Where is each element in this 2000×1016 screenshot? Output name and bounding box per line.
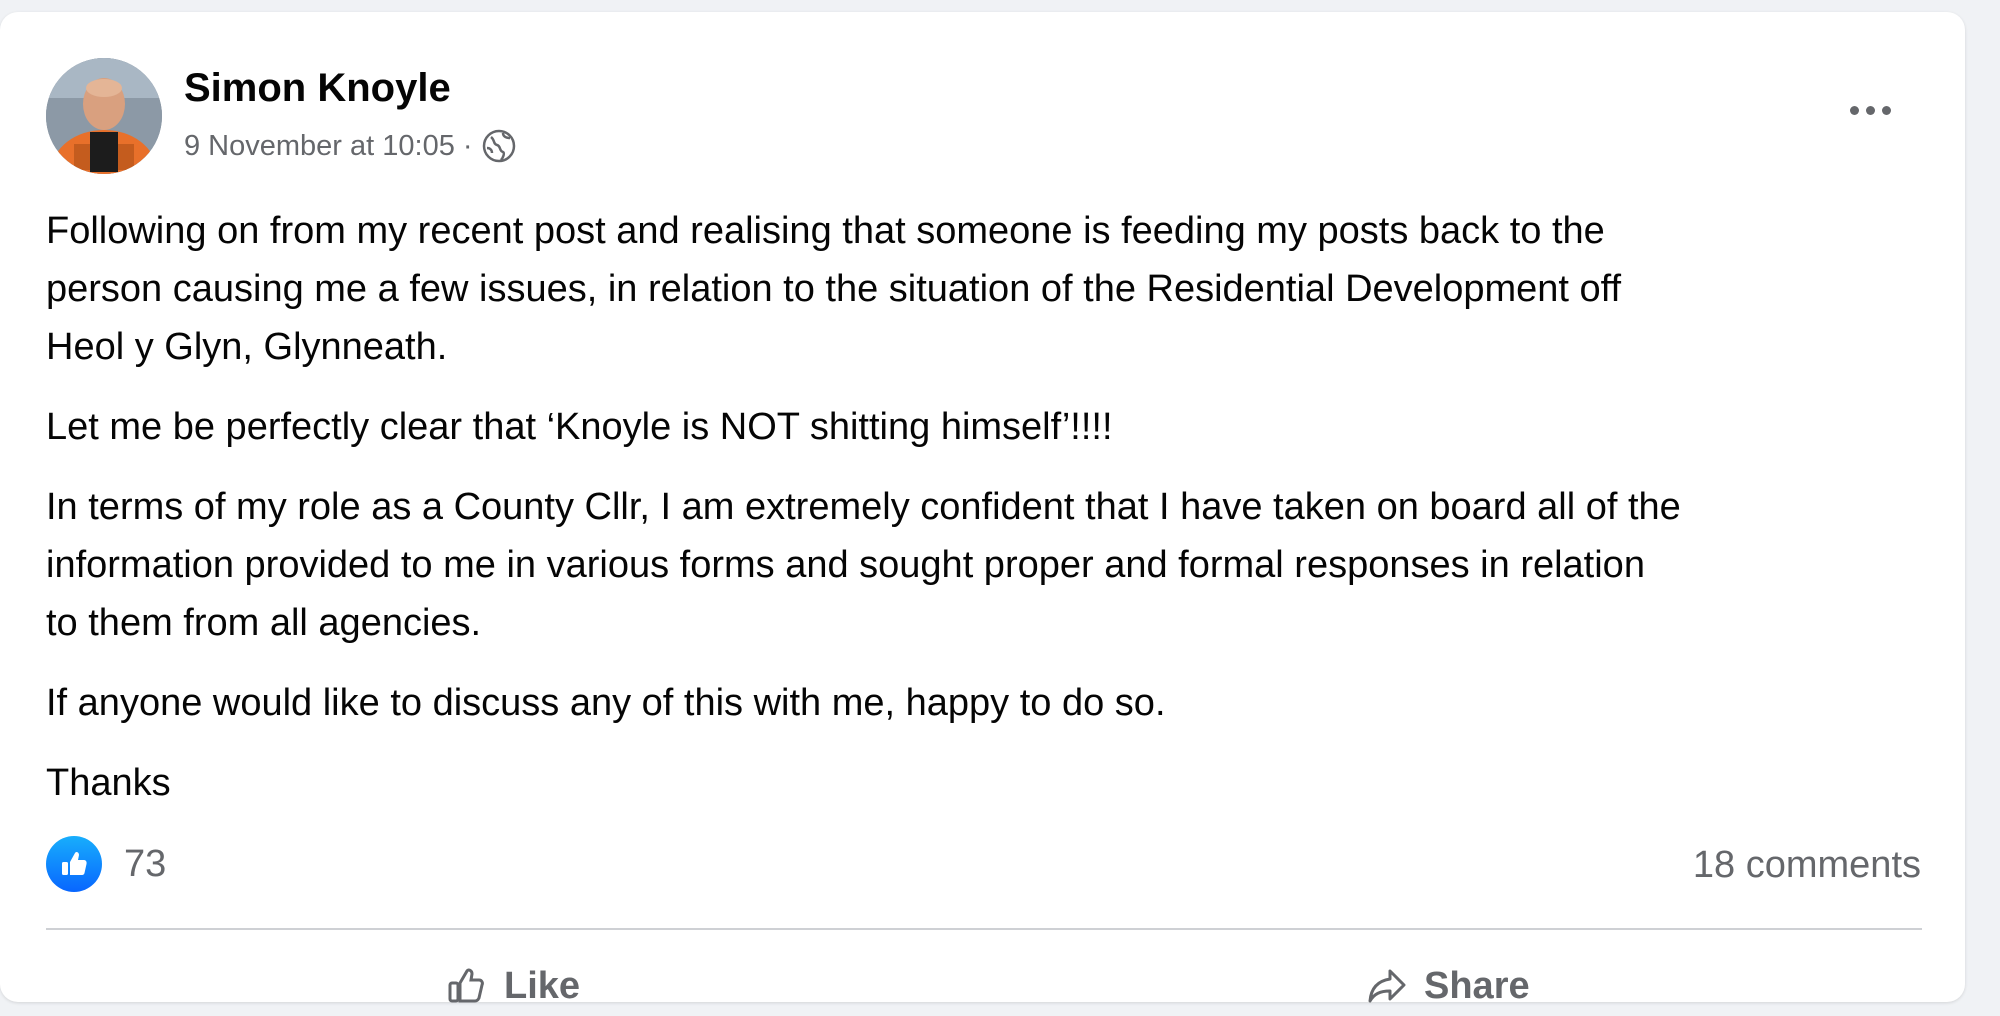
post-paragraph: Following on from my recent post and rea…	[46, 210, 1622, 368]
more-options-icon[interactable]	[1840, 90, 1900, 130]
like-icon	[448, 968, 484, 1003]
share-icon	[1368, 969, 1406, 1003]
share-label: Share	[1424, 964, 1530, 1007]
post-paragraph: If anyone would like to discuss any of t…	[46, 682, 1166, 724]
author-name[interactable]: Simon Knoyle	[184, 64, 451, 112]
share-button[interactable]: Share	[1366, 956, 1530, 1016]
post-paragraph: Let me be perfectly clear that ‘Knoyle i…	[46, 406, 1113, 448]
reactions-summary[interactable]: 73	[46, 834, 166, 894]
globe-icon[interactable]	[481, 128, 517, 164]
avatar-image	[46, 58, 162, 174]
post-card: Simon Knoyle 9 November at 10:05 · Follo…	[0, 12, 1965, 1007]
post-timestamp[interactable]: 9 November at 10:05	[184, 130, 455, 163]
divider	[46, 928, 1922, 930]
like-reaction-icon	[46, 836, 102, 892]
like-label: Like	[504, 964, 581, 1007]
post-text: Following on from my recent post and rea…	[46, 202, 1946, 834]
post-paragraph: Thanks	[46, 762, 171, 804]
meta-separator: ·	[462, 129, 473, 162]
avatar[interactable]	[46, 58, 162, 174]
like-button[interactable]: Like	[446, 956, 580, 1016]
reaction-count: 73	[124, 842, 167, 885]
comments-count[interactable]: 18 comments	[1693, 844, 1921, 887]
post-meta: 9 November at 10:05 ·	[184, 126, 517, 166]
post-paragraph: In terms of my role as a County Cllr, I …	[46, 486, 1681, 644]
